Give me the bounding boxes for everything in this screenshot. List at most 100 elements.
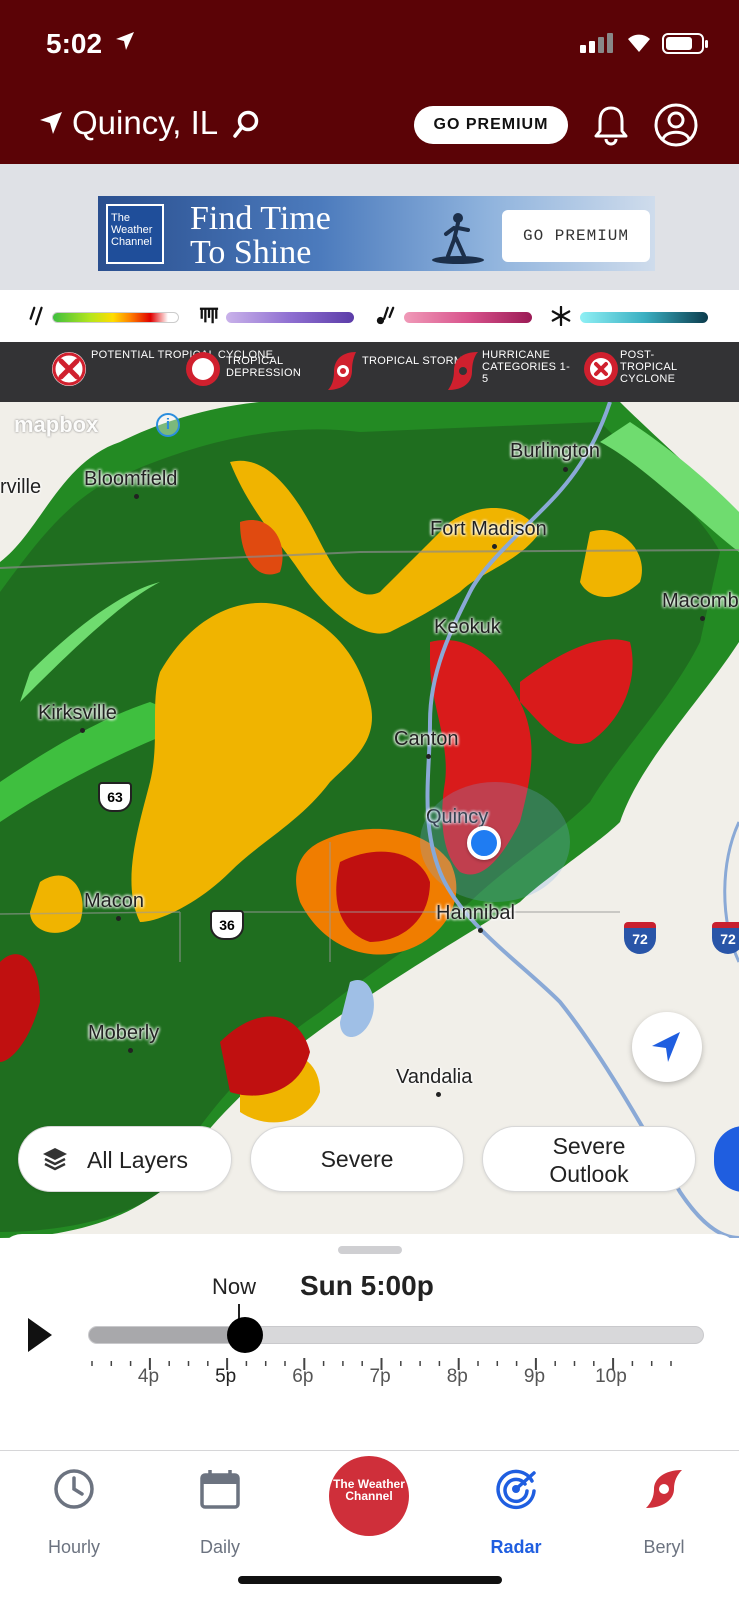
severe-button[interactable]: Severe: [250, 1126, 464, 1192]
city-dot: [128, 1048, 133, 1053]
precip-legend: [0, 290, 739, 342]
snow-icon: [551, 306, 571, 326]
severe-outlook-line2: Outlook: [549, 1161, 629, 1187]
twc-logo-button[interactable]: The Weather Channel: [329, 1456, 409, 1536]
location-arrow-icon: [40, 112, 62, 134]
severe-outlook-line1: Severe: [552, 1133, 626, 1159]
navigation-arrow-icon: [652, 1032, 680, 1062]
city-bloomfield: Bloomfield: [84, 468, 178, 490]
nav-beryl[interactable]: Beryl: [614, 1467, 714, 1557]
city-dot: [492, 544, 497, 549]
city-dot: [436, 1092, 441, 1097]
info-icon[interactable]: i: [156, 413, 180, 437]
mapbox-logo: mapbox: [14, 412, 99, 437]
storm-label-hurricane: HURRICANE CATEGORIES 1-5: [482, 349, 571, 385]
ice-scale: [226, 312, 354, 323]
city-macomb: Macomb: [662, 590, 739, 612]
rain-scale: [52, 312, 179, 323]
surfer-illustration: [432, 213, 484, 264]
nav-radar[interactable]: Radar: [466, 1467, 566, 1557]
city-dot: [80, 728, 85, 733]
search-icon[interactable]: [232, 110, 260, 140]
city-vandalia: Vandalia: [396, 1066, 473, 1088]
timeline-sheet: Now Sun 5:00p 4p 5p 6p 7p 8p 9p 10p: [0, 1234, 739, 1450]
all-layers-button[interactable]: All Layers: [18, 1126, 232, 1192]
city-canton: Canton: [394, 728, 459, 750]
x-circle-icon: [52, 352, 86, 386]
now-label: Now: [212, 1274, 257, 1299]
city-dot: [116, 916, 121, 921]
mix-icon: [376, 306, 395, 325]
city-fort-madison: Fort Madison: [430, 518, 547, 540]
ad-headline: Find Time To Shine: [190, 202, 331, 270]
layers-icon: [43, 1148, 67, 1171]
radar-overlay: [0, 402, 739, 1238]
i-72-shield: 72: [712, 922, 739, 954]
ad-banner[interactable]: The Weather Channel Find Time To Shine G…: [98, 196, 655, 271]
timeline-hour-label: 10p: [595, 1366, 627, 1387]
rain-icon: [29, 306, 43, 326]
city-dot: [563, 467, 568, 472]
snow-scale: [580, 312, 708, 323]
timeline-track[interactable]: [88, 1326, 704, 1344]
status-time: 5:02: [46, 28, 103, 59]
nav-hourly[interactable]: Hourly: [24, 1467, 124, 1557]
x-circle-icon: [584, 352, 618, 386]
cellular-signal-icon: [580, 33, 613, 53]
nav-radar-label: Radar: [490, 1537, 542, 1557]
bell-icon[interactable]: [593, 104, 629, 146]
user-location-dot: [467, 826, 501, 860]
clock-icon: [54, 1469, 94, 1509]
hurricane-icon: [448, 352, 478, 390]
ring-icon: [186, 352, 220, 386]
i-72-shield: 72: [624, 922, 656, 954]
timeline-progress: [89, 1327, 246, 1343]
current-time-label: Sun 5:00p: [300, 1270, 434, 1301]
us-36-shield: 36: [210, 910, 244, 940]
nav-hourly-label: Hourly: [47, 1537, 100, 1557]
city-burlington: Burlington: [510, 440, 601, 462]
app-header: 5:02 Quincy, IL GO PREMIUM: [0, 0, 739, 164]
timeline-thumb[interactable]: [227, 1317, 263, 1353]
city-dot: [478, 928, 483, 933]
city-macon: Macon: [84, 890, 145, 912]
location-services-icon: [116, 32, 134, 50]
storm-legend: POTENTIAL TROPICAL CYCLONE TROPICAL DEPR…: [0, 342, 739, 402]
city-kirksville: Kirksville: [38, 702, 117, 724]
hurricane-icon: [646, 1470, 682, 1508]
tropical-storm-icon: [328, 352, 356, 390]
storm-label-td: TROPICAL DEPRESSION: [226, 355, 302, 379]
city-dot: [134, 494, 139, 499]
nav-daily[interactable]: Daily: [170, 1467, 270, 1557]
location-title[interactable]: Quincy, IL: [72, 104, 218, 142]
profile-icon[interactable]: [654, 103, 698, 147]
radar-icon: [496, 1469, 536, 1510]
storm-label-post: POST-TROPICAL CYCLONE: [620, 349, 678, 385]
city-dot: [426, 754, 431, 759]
severe-outlook-button[interactable]: Severe Outlook: [482, 1126, 696, 1192]
sheet-drag-handle[interactable]: [338, 1246, 402, 1254]
timeline-hour-label: 5p: [215, 1366, 237, 1387]
timeline-hour-label: 6p: [292, 1366, 314, 1387]
home-indicator[interactable]: [238, 1576, 502, 1584]
play-icon[interactable]: [26, 1316, 54, 1354]
ad-premium-button[interactable]: GO PREMIUM: [502, 210, 650, 262]
nav-daily-label: Daily: [199, 1537, 240, 1557]
battery-icon: [662, 33, 708, 54]
timeline-hour-label: 8p: [446, 1366, 468, 1387]
ad-logo: The Weather Channel: [106, 204, 164, 264]
nav-beryl-label: Beryl: [643, 1537, 685, 1557]
ad-headline-line1: Find Time: [190, 200, 331, 237]
ad-headline-line2: To Shine: [190, 234, 312, 271]
radar-map[interactable]: mapbox i Burlington Bloomfield rville Fo…: [0, 402, 739, 1238]
mix-scale: [404, 312, 532, 323]
city-dot: [700, 616, 705, 621]
calendar-icon: [200, 1470, 240, 1509]
city-moberly: Moberly: [88, 1022, 160, 1044]
go-premium-button[interactable]: GO PREMIUM: [414, 106, 568, 144]
city-keokuk: Keokuk: [434, 616, 501, 638]
city-hannibal: Hannibal: [436, 902, 515, 924]
all-layers-label: All Layers: [87, 1147, 188, 1173]
timeline-hour-label: 9p: [523, 1366, 546, 1387]
recenter-button[interactable]: [632, 1012, 702, 1082]
